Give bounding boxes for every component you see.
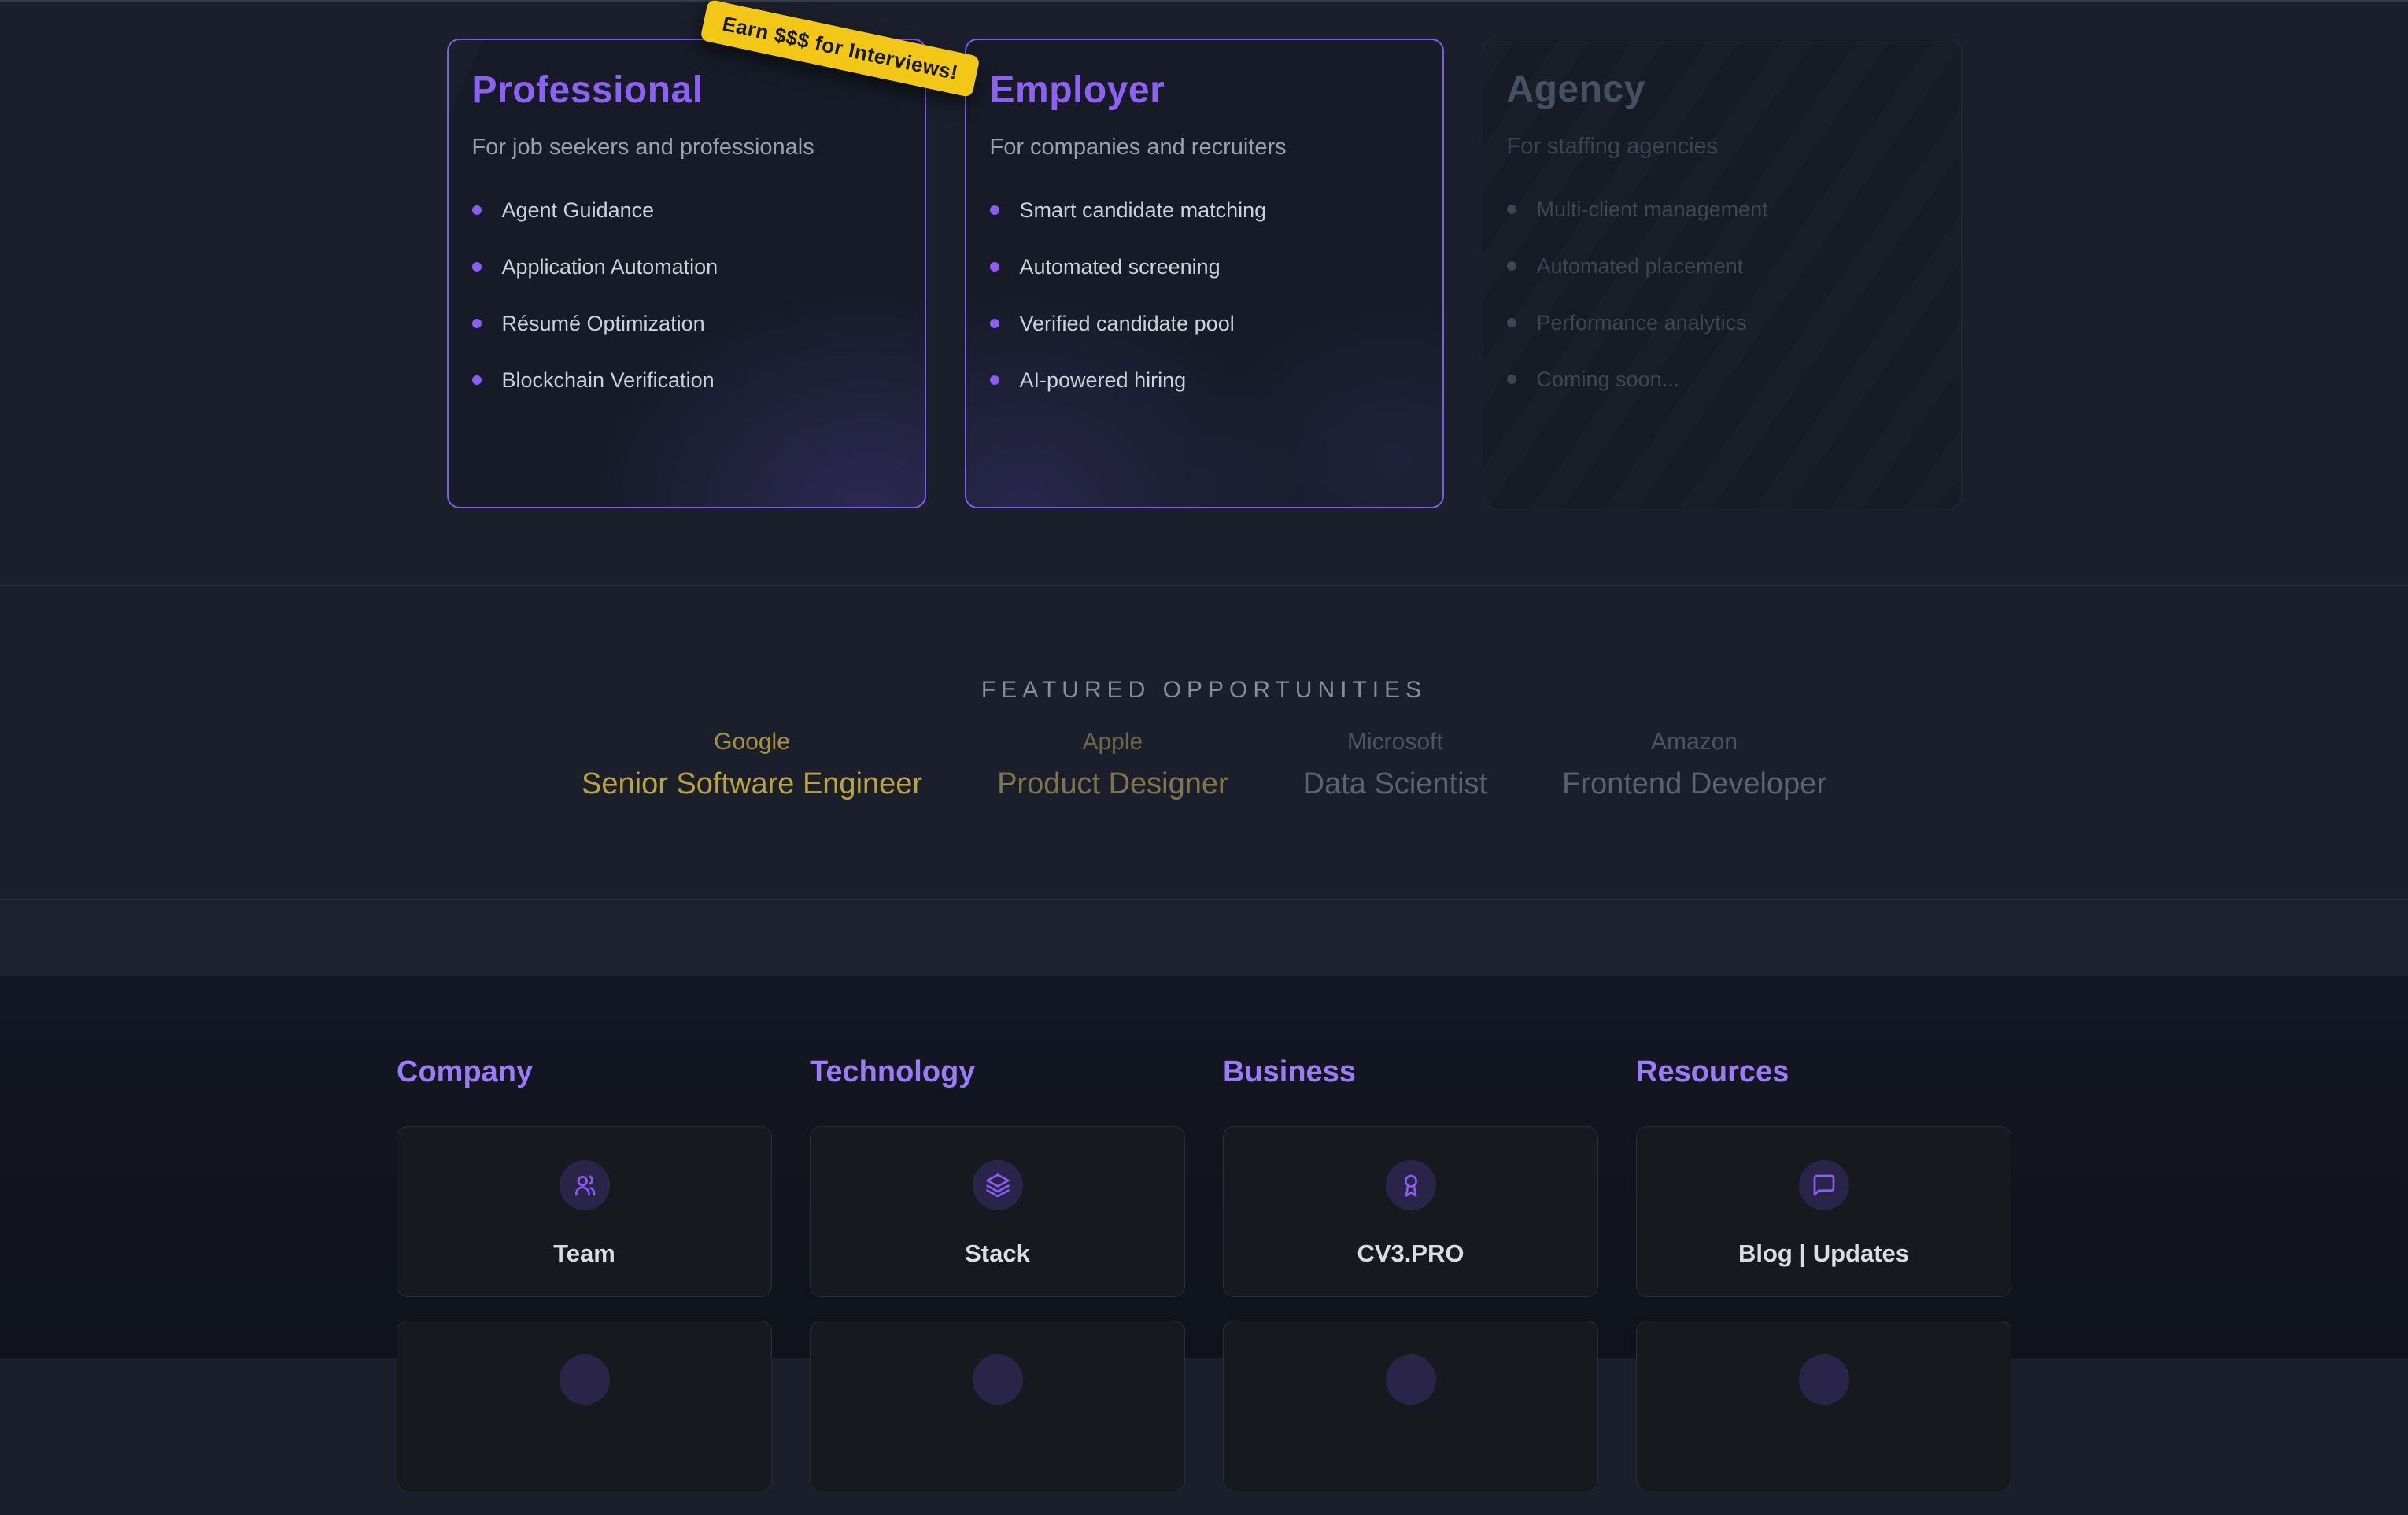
section-spacer-strip [0,900,2408,976]
footer-link-stack[interactable]: Stack [810,1126,1185,1297]
icon-circle [560,1354,610,1405]
plan-feature: Agent Guidance [472,196,901,224]
footer-link-blog[interactable]: Blog | Updates [1636,1126,2011,1297]
job-title: Data Scientist [1303,765,1487,803]
job-title: Frontend Developer [1562,765,1826,803]
job-company: Google [582,727,922,757]
footer-column-header: Business [1223,1055,1598,1089]
plan-title: Professional [472,68,901,113]
bullet-dot-icon [990,375,999,385]
bullet-dot-icon [990,319,999,328]
plan-feature: Automated placement [1507,252,1937,280]
bullet-dot-icon [1507,261,1516,271]
plan-title: Agency [1507,68,1937,112]
footer-link-partial[interactable] [1223,1321,1598,1491]
footer-column-header: Technology [810,1055,1185,1089]
plan-subtitle: For companies and recruiters [990,133,1419,161]
bullet-dot-icon [472,262,482,272]
plan-feature-list: Smart candidate matching Automated scree… [990,196,1419,394]
job-title: Product Designer [997,765,1228,803]
footer-column-resources: Resources Blog | Updates [1636,1055,2011,1515]
plan-card-professional[interactable]: Professional For job seekers and profess… [447,39,926,508]
plan-feature: Coming soon... [1507,365,1937,394]
plan-feature: Multi-client management [1507,195,1937,224]
bullet-dot-icon [990,205,999,215]
footer-link-label: CV3.PRO [1357,1240,1464,1268]
bullet-dot-icon [1507,205,1516,214]
message-square-icon [1799,1160,1849,1210]
job-company: Microsoft [1303,727,1487,757]
plan-subtitle: For staffing agencies [1507,132,1937,161]
plan-feature-list: Agent Guidance Application Automation Ré… [472,196,901,394]
bullet-dot-icon [1507,318,1516,327]
award-icon [1386,1160,1436,1210]
plan-feature-list: Multi-client management Automated placem… [1507,195,1937,394]
bullet-dot-icon [472,205,482,215]
footer-link-label: Stack [965,1240,1030,1268]
footer-link-partial[interactable] [397,1321,772,1491]
featured-heading: FEATURED OPPORTUNITIES [0,586,2408,705]
site-footer: Company Team Technology [0,976,2408,1358]
job-company: Amazon [1562,727,1826,757]
plan-subtitle: For job seekers and professionals [472,133,901,161]
plan-feature: Application Automation [472,253,901,281]
footer-column-business: Business CV3.PRO [1223,1055,1598,1515]
layers-icon [973,1160,1023,1210]
footer-link-team[interactable]: Team [397,1126,772,1297]
footer-link-partial[interactable] [810,1321,1185,1491]
icon-circle [1386,1354,1436,1405]
plan-feature: Performance analytics [1507,309,1937,337]
bullet-dot-icon [1507,375,1516,384]
icon-circle [973,1354,1023,1405]
featured-opportunities-section: FEATURED OPPORTUNITIES Google Senior Sof… [0,586,2408,900]
featured-job[interactable]: Google Senior Software Engineer [582,727,922,803]
plan-feature: Automated screening [990,253,1419,281]
plan-title: Employer [990,68,1419,113]
footer-column-company: Company Team [397,1055,772,1515]
featured-job[interactable]: Microsoft Data Scientist [1303,727,1487,803]
plan-feature: Verified candidate pool [990,309,1419,338]
job-company: Apple [997,727,1228,757]
plan-card-employer[interactable]: Employer For companies and recruiters Sm… [965,39,1444,508]
bullet-dot-icon [472,319,482,328]
footer-link-cv3pro[interactable]: CV3.PRO [1223,1126,1598,1297]
footer-column-header: Company [397,1055,772,1089]
footer-link-label: Blog | Updates [1738,1240,1909,1268]
featured-job[interactable]: Apple Product Designer [997,727,1228,803]
footer-link-label: Team [553,1240,615,1268]
users-icon [560,1160,610,1210]
icon-circle [1799,1354,1849,1405]
plans-section: Professional For job seekers and profess… [0,2,2408,586]
plan-card-agency: Agency For staffing agencies Multi-clien… [1483,39,1962,508]
job-title: Senior Software Engineer [582,765,922,803]
plan-feature: AI-powered hiring [990,366,1419,394]
bullet-dot-icon [472,375,482,385]
footer-link-partial[interactable] [1636,1321,2011,1491]
featured-job[interactable]: Amazon Frontend Developer [1562,727,1826,803]
plan-feature: Smart candidate matching [990,196,1419,224]
plan-feature: Résumé Optimization [472,309,901,338]
footer-column-technology: Technology Stack [810,1055,1185,1515]
featured-jobs-carousel: Google Senior Software Engineer Apple Pr… [0,727,2408,803]
bullet-dot-icon [990,262,999,272]
plan-feature: Blockchain Verification [472,366,901,394]
footer-column-header: Resources [1636,1055,2011,1089]
